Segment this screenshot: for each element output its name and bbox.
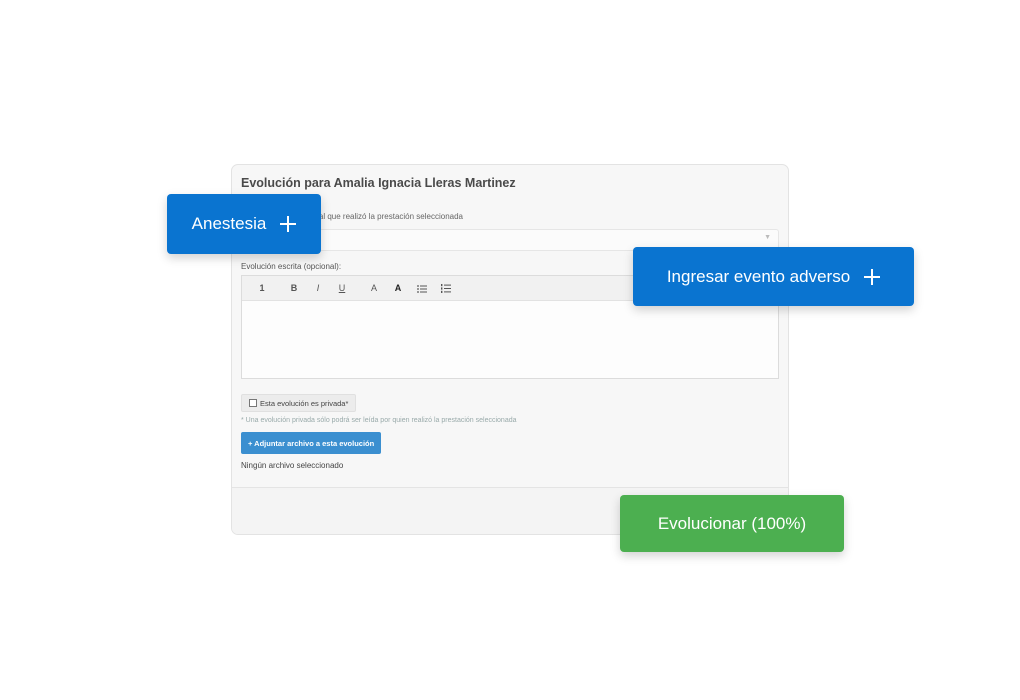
evolution-label: Evolución escrita (opcional): — [241, 262, 342, 271]
evolve-button[interactable]: Evolucionar (100%) — [620, 495, 844, 552]
bold-button[interactable]: B — [282, 283, 306, 293]
anesthesia-label: Anestesia — [191, 214, 267, 233]
card-title: Evolución para Amalia Ignacia Lleras Mar… — [241, 176, 516, 190]
chevron-down-icon: ▼ — [764, 234, 771, 241]
professional-label: onal que realizó la prestación seleccion… — [310, 212, 463, 221]
italic-button[interactable]: I — [306, 283, 330, 293]
editor-text-area[interactable] — [242, 301, 778, 379]
plus-icon — [280, 216, 297, 232]
attach-file-button[interactable]: + Adjuntar archivo a esta evolución — [241, 432, 382, 454]
numbered-list-icon[interactable] — [434, 283, 458, 294]
bullet-list-icon[interactable] — [410, 283, 434, 293]
evolve-label: Evolucionar (100%) — [657, 513, 807, 533]
anesthesia-button[interactable]: Anestesia — [167, 194, 321, 254]
private-checkbox[interactable]: Esta evolución es privada* — [241, 394, 357, 412]
attach-status: Ningún archivo seleccionado — [241, 461, 344, 470]
checkbox-icon[interactable] — [249, 399, 257, 407]
private-note: * Una evolución privada sólo podrá ser l… — [241, 417, 517, 424]
font-color-button[interactable]: A — [362, 283, 386, 293]
adverse-event-label: Ingresar evento adverso — [666, 266, 851, 286]
plus-icon — [864, 268, 881, 285]
adverse-event-button[interactable]: Ingresar evento adverso — [633, 247, 914, 306]
background-color-button[interactable]: A — [386, 283, 410, 293]
private-checkbox-label: Esta evolución es privada* — [260, 398, 349, 408]
underline-button[interactable]: U — [330, 283, 354, 293]
heading-button[interactable]: 1 — [250, 283, 274, 293]
